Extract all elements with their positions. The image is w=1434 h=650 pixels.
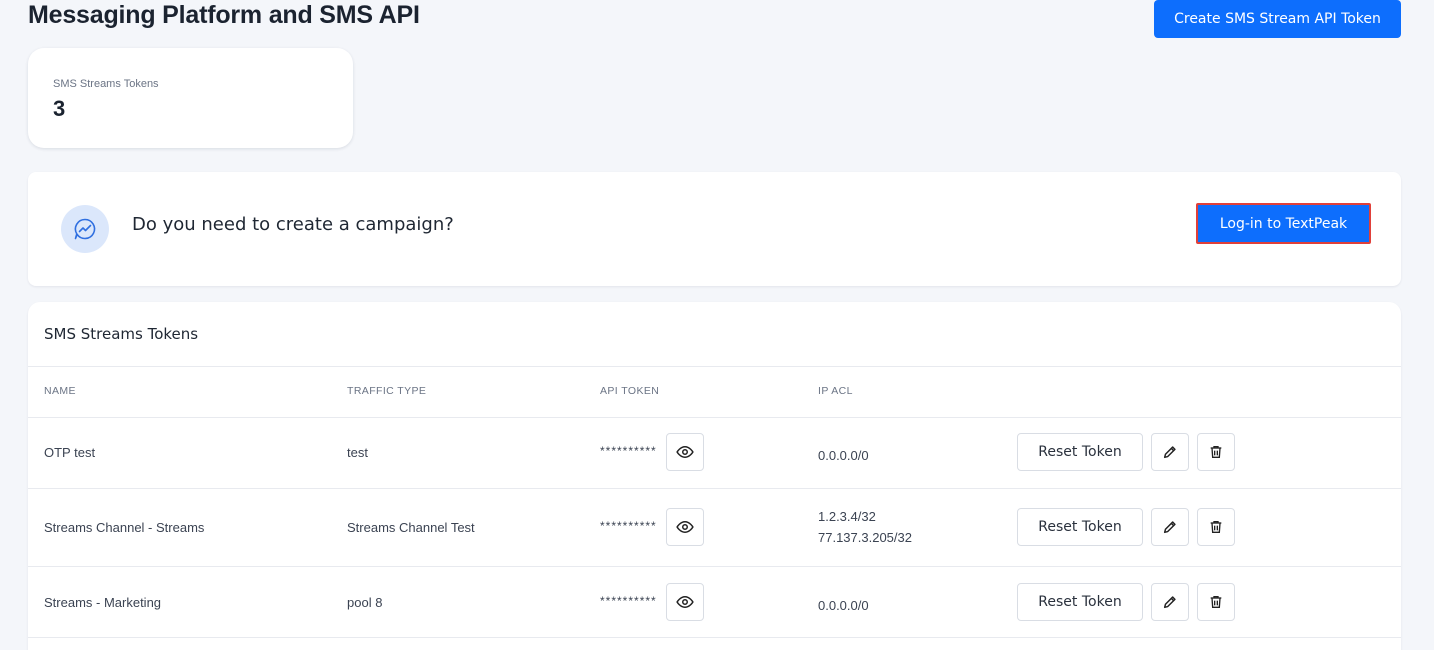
- show-token-button[interactable]: [666, 583, 704, 621]
- create-token-button[interactable]: Create SMS Stream API Token: [1154, 0, 1401, 38]
- tokens-table-card: SMS Streams Tokens NAME TRAFFIC TYPE API…: [28, 302, 1401, 650]
- trash-icon: [1210, 596, 1222, 608]
- column-header-api-token: API TOKEN: [600, 385, 660, 397]
- divider: [28, 366, 1401, 367]
- delete-button[interactable]: [1197, 583, 1235, 621]
- column-header-traffic-type: TRAFFIC TYPE: [347, 385, 427, 397]
- token-name: OTP test: [44, 445, 96, 460]
- column-header-name: NAME: [44, 385, 76, 397]
- campaign-question: Do you need to create a campaign?: [132, 214, 454, 235]
- column-header-ip-acl: IP ACL: [818, 385, 853, 397]
- eye-icon: [676, 520, 694, 534]
- show-token-button[interactable]: [666, 508, 704, 546]
- pencil-icon: [1163, 521, 1176, 534]
- pencil-icon: [1163, 446, 1176, 459]
- reset-token-button[interactable]: Reset Token: [1017, 433, 1143, 471]
- divider: [28, 417, 1401, 418]
- api-token-masked: **********: [600, 444, 657, 458]
- edit-button[interactable]: [1151, 508, 1189, 546]
- edit-button[interactable]: [1151, 433, 1189, 471]
- tokens-table-title: SMS Streams Tokens: [44, 325, 199, 343]
- trash-icon: [1210, 446, 1222, 458]
- delete-button[interactable]: [1197, 508, 1235, 546]
- reset-token-button[interactable]: Reset Token: [1017, 583, 1143, 621]
- login-textpeak-button[interactable]: Log-in to TextPeak: [1196, 203, 1371, 244]
- ip-acl-entry: 77.137.3.205/32: [818, 530, 912, 545]
- ip-acl-entry: 1.2.3.4/32: [818, 509, 876, 524]
- ip-acl: 0.0.0.0/0: [818, 595, 869, 616]
- ip-acl: 0.0.0.0/0: [818, 445, 869, 466]
- api-token-masked: **********: [600, 519, 657, 533]
- campaign-card: Do you need to create a campaign? Log-in…: [28, 172, 1401, 286]
- ip-acl-entry: 0.0.0.0/0: [818, 448, 869, 463]
- ip-acl-entry: 0.0.0.0/0: [818, 598, 869, 613]
- pencil-icon: [1163, 596, 1176, 609]
- stat-label: SMS Streams Tokens: [53, 78, 159, 90]
- traffic-type: pool 8: [347, 595, 383, 610]
- api-token-masked: **********: [600, 594, 657, 608]
- stat-value: 3: [53, 96, 66, 121]
- divider: [28, 488, 1401, 489]
- traffic-type: test: [347, 445, 368, 460]
- page-title: Messaging Platform and SMS API: [28, 1, 420, 29]
- reset-token-button[interactable]: Reset Token: [1017, 508, 1143, 546]
- delete-button[interactable]: [1197, 433, 1235, 471]
- stat-card: SMS Streams Tokens 3: [28, 48, 353, 148]
- trash-icon: [1210, 521, 1222, 533]
- token-name: Streams - Marketing: [44, 595, 162, 610]
- edit-button[interactable]: [1151, 583, 1189, 621]
- show-token-button[interactable]: [666, 433, 704, 471]
- divider: [28, 637, 1401, 638]
- traffic-type: Streams Channel Test: [347, 520, 475, 535]
- ip-acl: 1.2.3.4/32 77.137.3.205/32: [818, 506, 912, 548]
- eye-icon: [676, 595, 694, 609]
- divider: [28, 566, 1401, 567]
- chat-chart-icon: [61, 205, 109, 253]
- token-name: Streams Channel - Streams: [44, 520, 205, 535]
- eye-icon: [676, 445, 694, 459]
